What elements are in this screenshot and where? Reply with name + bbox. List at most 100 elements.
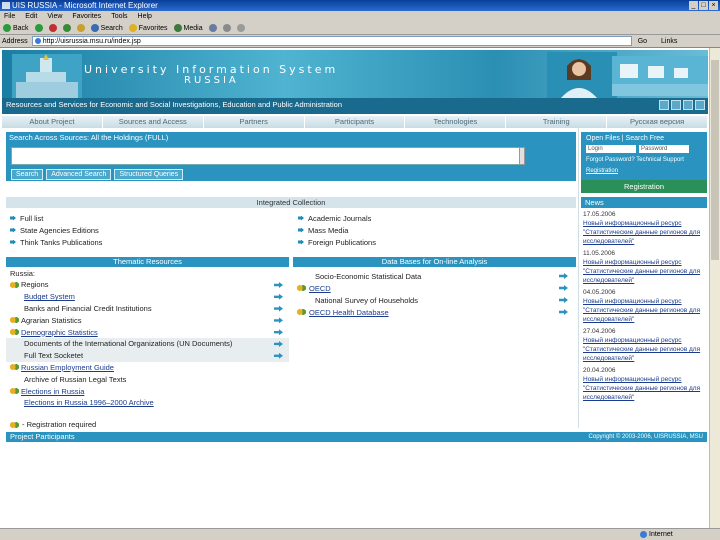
- media-button[interactable]: Media: [173, 24, 203, 32]
- nav-russian-version[interactable]: Русская версия: [607, 116, 709, 128]
- search-textarea-scrollbar[interactable]: [519, 147, 525, 165]
- home-icon[interactable]: [659, 100, 669, 110]
- search-button[interactable]: Search: [90, 24, 123, 32]
- search-textarea[interactable]: [11, 147, 521, 165]
- help-icon[interactable]: [695, 100, 705, 110]
- links-button[interactable]: Links: [661, 38, 677, 45]
- go-arrow-icon[interactable]: [274, 329, 283, 336]
- login-help-text[interactable]: Forgot Password? Technical Support: [586, 156, 702, 164]
- close-button[interactable]: ×: [709, 1, 718, 10]
- arrow-icon: [10, 215, 16, 221]
- scrollbar-thumb[interactable]: [711, 60, 719, 260]
- news-item: 20.04.2006 Новый информационный ресурс "С…: [583, 366, 707, 402]
- back-button[interactable]: Back: [3, 24, 29, 32]
- browser-toolbar: Back Search Favorites Media: [0, 22, 720, 35]
- go-arrow-icon[interactable]: [559, 309, 568, 315]
- collection-item[interactable]: Foreign Publications: [298, 236, 578, 248]
- nav-training[interactable]: Training: [506, 116, 608, 128]
- history-button[interactable]: [208, 24, 217, 32]
- copyright: Copyright © 2003-2006, UISRUSSIA, MSU: [588, 434, 703, 440]
- list-item[interactable]: Full Text Socketet: [6, 349, 289, 362]
- student-photo-icon: [547, 52, 617, 98]
- go-arrow-icon[interactable]: [559, 297, 568, 303]
- stop-button[interactable]: [48, 24, 57, 32]
- list-item[interactable]: Archive of Russian Legal Texts: [6, 373, 289, 385]
- password-field[interactable]: Password: [639, 145, 689, 153]
- favorites-button[interactable]: Favorites: [128, 24, 168, 32]
- list-item[interactable]: Banks and Financial Credit Institutions: [6, 303, 289, 315]
- page-scrollbar[interactable]: [709, 48, 720, 528]
- mail-icon: [222, 24, 231, 32]
- login-register-link[interactable]: Registration: [586, 167, 702, 175]
- login-field[interactable]: Login: [586, 145, 636, 153]
- minimize-button[interactable]: _: [689, 1, 698, 10]
- go-arrow-icon[interactable]: [274, 293, 283, 300]
- go-arrow-icon[interactable]: [559, 285, 568, 291]
- list-item[interactable]: Documents of the International Organizat…: [6, 337, 289, 350]
- address-label: Address: [2, 37, 28, 45]
- menu-file[interactable]: File: [4, 11, 15, 22]
- registration-button[interactable]: Registration: [581, 180, 707, 193]
- list-item[interactable]: Elections in Russia 1996–2000 Archive: [6, 397, 289, 409]
- databases-heading: Data Bases for On-line Analysis: [293, 257, 576, 267]
- go-arrow-icon[interactable]: [274, 282, 283, 288]
- arrow-icon: [298, 215, 304, 221]
- menu-help[interactable]: Help: [138, 11, 152, 22]
- list-item[interactable]: Demographic Statistics: [6, 326, 289, 338]
- menu-view[interactable]: View: [47, 11, 62, 22]
- list-item[interactable]: Russian Employment Guide: [6, 362, 289, 374]
- collection-item[interactable]: Academic Journals: [298, 212, 578, 224]
- go-arrow-icon[interactable]: [559, 273, 568, 279]
- arrow-icon: [10, 239, 16, 245]
- news-link[interactable]: Новый информационный ресурс "Статистичес…: [583, 219, 707, 246]
- forward-button[interactable]: [34, 24, 43, 32]
- banner-tagline: Resources and Services for Economic and …: [6, 100, 343, 109]
- list-item[interactable]: Elections in Russia: [6, 385, 289, 397]
- nav-partners[interactable]: Partners: [203, 116, 305, 128]
- list-item[interactable]: Regions: [6, 279, 289, 291]
- list-item[interactable]: Socio-Economic Statistical Data: [293, 270, 576, 282]
- advanced-search-button[interactable]: Advanced Search: [46, 169, 112, 180]
- menu-favorites[interactable]: Favorites: [72, 11, 101, 22]
- news-link[interactable]: Новый информационный ресурс "Статистичес…: [583, 375, 707, 402]
- collection-right-column: Academic Journals Mass Media Foreign Pub…: [298, 212, 578, 248]
- mail-icon[interactable]: [683, 100, 693, 110]
- search-submit-button[interactable]: Search: [11, 169, 44, 180]
- go-button[interactable]: Go: [638, 38, 647, 45]
- collection-item[interactable]: Full list: [10, 212, 290, 224]
- collection-item[interactable]: Mass Media: [298, 224, 578, 236]
- collection-item[interactable]: State Agencies Editions: [10, 224, 290, 236]
- refresh-button[interactable]: [62, 24, 71, 32]
- go-arrow-icon[interactable]: [274, 317, 283, 324]
- news-link[interactable]: Новый информационный ресурс "Статистичес…: [583, 336, 707, 363]
- menu-edit[interactable]: Edit: [25, 11, 37, 22]
- home-button[interactable]: [76, 24, 85, 32]
- news-link[interactable]: Новый информационный ресурс "Статистичес…: [583, 258, 707, 285]
- news-link[interactable]: Новый информационный ресурс "Статистичес…: [583, 297, 707, 324]
- menu-tools[interactable]: Tools: [111, 11, 127, 22]
- computers-image-icon: [612, 56, 708, 96]
- print-button[interactable]: [236, 24, 245, 32]
- list-item[interactable]: National Survey of Households: [293, 294, 576, 306]
- sitemap-icon[interactable]: [671, 100, 681, 110]
- project-participants-link[interactable]: Project Participants: [10, 432, 75, 441]
- nav-participants[interactable]: Participants: [304, 116, 406, 128]
- address-input[interactable]: http://uisrussia.msu.ru/index.jsp: [31, 36, 632, 46]
- registration-required-icon: [10, 421, 19, 428]
- mail-button[interactable]: [222, 24, 231, 32]
- list-item[interactable]: OECD: [293, 282, 576, 294]
- registration-required-icon: [10, 329, 19, 336]
- nav-technologies[interactable]: Technologies: [405, 116, 507, 128]
- collection-item[interactable]: Think Tanks Publications: [10, 236, 290, 248]
- go-arrow-icon[interactable]: [274, 305, 283, 312]
- go-arrow-icon[interactable]: [274, 340, 283, 347]
- list-item[interactable]: Agrarian Statistics: [6, 314, 289, 326]
- nav-sources-and-access[interactable]: Sources and Access: [102, 116, 204, 128]
- list-item[interactable]: OECD Health Database: [293, 306, 576, 318]
- login-heading: Open Files | Search Free: [586, 135, 665, 142]
- maximize-button[interactable]: □: [699, 1, 708, 10]
- go-arrow-icon[interactable]: [274, 352, 283, 359]
- structured-queries-button[interactable]: Structured Queries: [114, 169, 184, 180]
- list-item[interactable]: Budget System: [6, 291, 289, 303]
- nav-about-project[interactable]: About Project: [2, 116, 103, 128]
